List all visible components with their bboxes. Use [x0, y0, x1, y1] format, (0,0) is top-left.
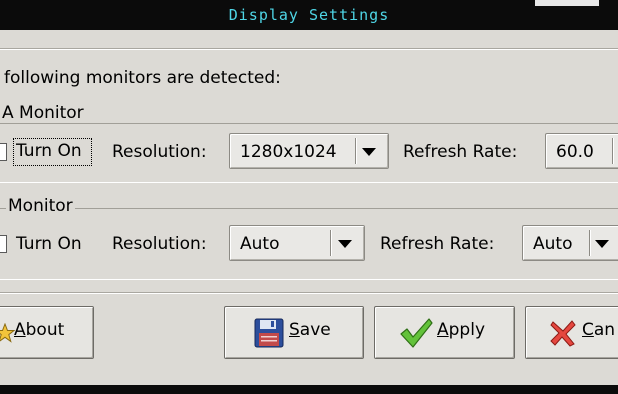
combo-separator	[612, 138, 613, 164]
monitor-1-resolution-select[interactable]: 1280x1024	[229, 133, 389, 169]
monitor-1-refresh-select[interactable]: 60.0	[545, 133, 618, 169]
separator-highlight	[0, 293, 618, 294]
window-title: Display Settings	[228, 6, 390, 24]
monitor-2-resolution-label: Resolution:	[112, 234, 207, 254]
apply-rest: pply	[448, 320, 486, 340]
monitor-1-label: A Monitor	[0, 103, 86, 123]
chevron-down-icon[interactable]	[338, 240, 352, 248]
red-x-icon	[550, 320, 576, 347]
cancel-button[interactable]: Can	[525, 306, 618, 359]
monitor-1-resolution-label: Resolution:	[112, 142, 207, 162]
chevron-down-icon[interactable]	[595, 240, 609, 248]
monitor-2-refresh-value: Auto	[533, 234, 573, 254]
monitor-2-refresh-select[interactable]: Auto	[522, 225, 618, 261]
monitor-1-refresh-value: 60.0	[556, 142, 594, 162]
cancel-mnemonic: C	[582, 320, 594, 340]
monitor-2-turn-on-label[interactable]: Turn On	[16, 234, 82, 254]
window-titlebar[interactable]: Display Settings	[0, 0, 618, 30]
save-mnemonic: S	[289, 320, 300, 340]
about-button[interactable]: About	[0, 306, 94, 359]
save-rest: ave	[299, 320, 331, 340]
about-button-label: About	[14, 320, 64, 340]
combo-separator	[355, 138, 356, 164]
about-mnemonic: A	[14, 320, 26, 340]
floppy-disk-icon	[254, 318, 284, 348]
window-bottom-border	[0, 385, 618, 394]
monitor-2-resolution-select[interactable]: Auto	[229, 225, 365, 261]
star-icon	[0, 323, 15, 343]
monitor-2-label: Monitor	[6, 196, 75, 216]
save-button-label: Save	[289, 320, 331, 340]
monitor-1-resolution-value: 1280x1024	[240, 142, 337, 162]
titlebar-button[interactable]	[535, 0, 599, 6]
cancel-button-label: Can	[582, 320, 615, 340]
monitor-1-turn-on-checkbox[interactable]	[0, 143, 7, 161]
monitor-2-resolution-value: Auto	[240, 234, 280, 254]
apply-button-label: Apply	[437, 320, 485, 340]
separator-highlight	[0, 49, 618, 50]
intro-text: following monitors are detected:	[4, 68, 281, 88]
apply-mnemonic: A	[437, 320, 449, 340]
monitor-1-refresh-label: Refresh Rate:	[403, 142, 518, 162]
combo-separator	[330, 230, 331, 256]
combo-separator	[589, 230, 590, 256]
monitor-2-turn-on-checkbox[interactable]	[0, 235, 7, 253]
cancel-rest: an	[593, 320, 616, 340]
monitor-1-turn-on-label[interactable]: Turn On	[16, 141, 82, 161]
about-rest: bout	[25, 320, 65, 340]
chevron-down-icon[interactable]	[362, 148, 376, 156]
apply-button[interactable]: Apply	[374, 306, 515, 359]
save-button[interactable]: Save	[224, 306, 364, 359]
monitor-2-refresh-label: Refresh Rate:	[380, 234, 495, 254]
checkmark-icon	[400, 318, 433, 348]
